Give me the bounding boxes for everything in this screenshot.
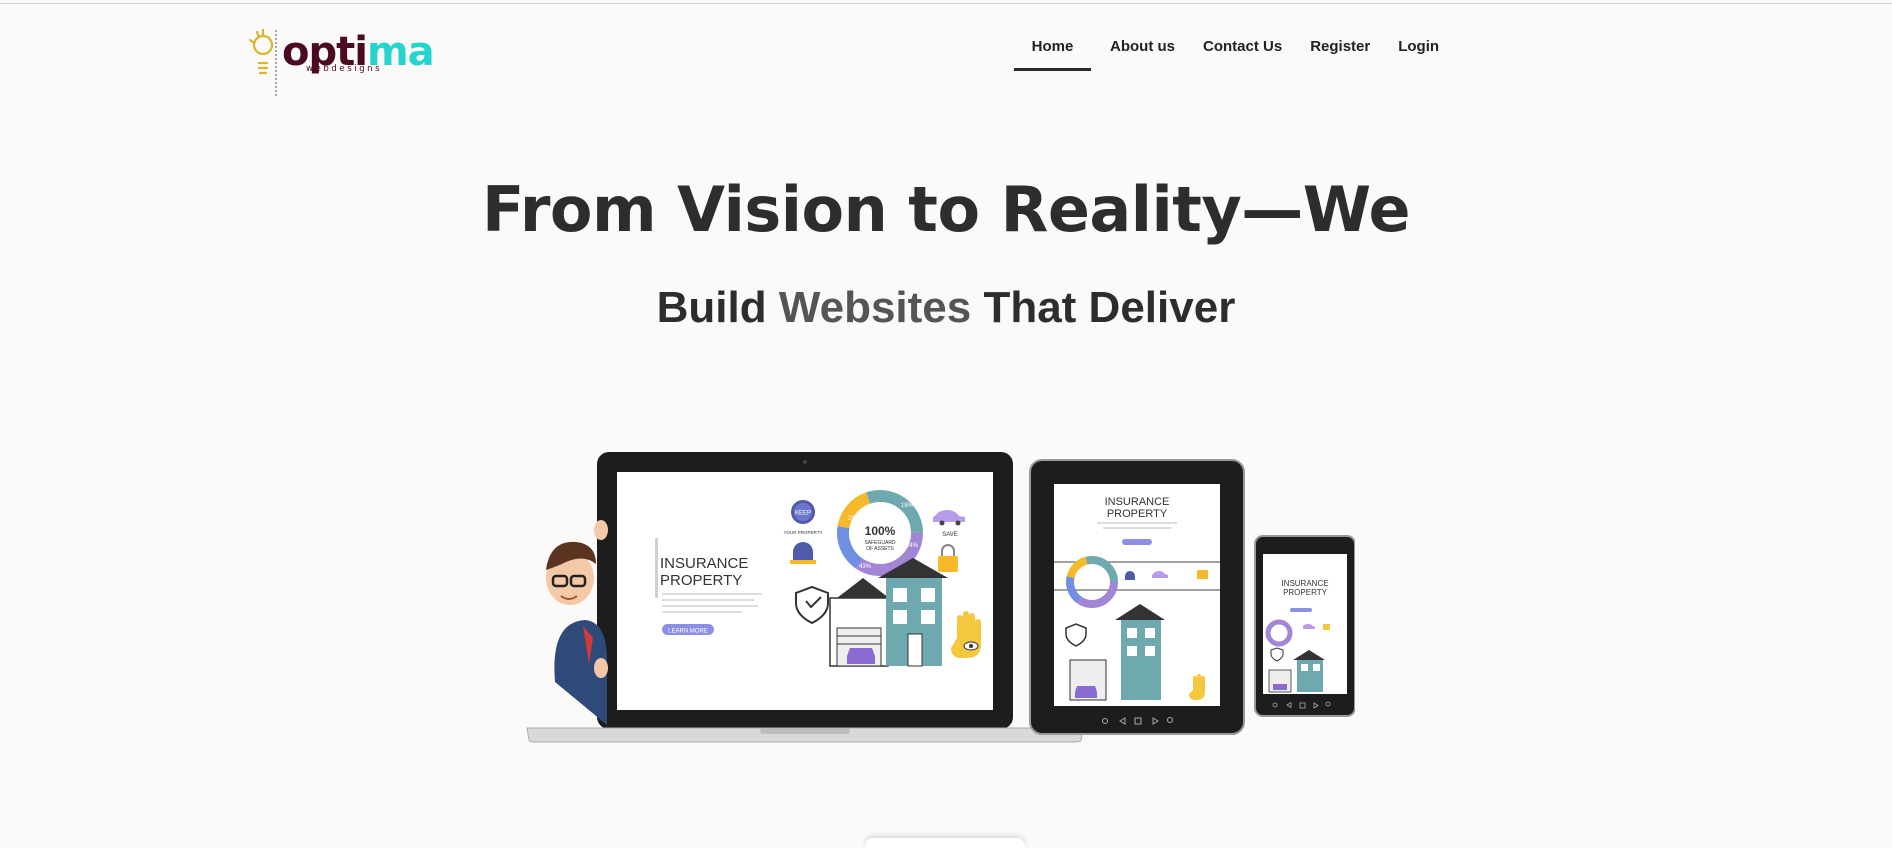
tablet-heading-line2: PROPERTY bbox=[1107, 508, 1168, 520]
responsive-devices-illustration: INSURANCE PROPERTY LEARN MORE 100% SAFEG… bbox=[526, 452, 1355, 743]
laptop-heading-line2: PROPERTY bbox=[660, 572, 742, 589]
hero-title: From Vision to Reality—We bbox=[481, 173, 1411, 246]
main-nav: Home About us Contact Us Register Login bbox=[1014, 34, 1439, 72]
hero-subtitle-accent: Websites bbox=[778, 283, 972, 332]
logo-tagline: webdesigns bbox=[306, 64, 383, 74]
phone-heading-line2: PROPERTY bbox=[1283, 588, 1328, 597]
nav-about-us[interactable]: About us bbox=[1110, 34, 1175, 72]
keep-badge-label: KEEP bbox=[795, 511, 811, 517]
nav-contact-us[interactable]: Contact Us bbox=[1203, 34, 1282, 72]
your-property-label: YOUR PROPERTY bbox=[784, 530, 823, 535]
tablet: INSURANCE PROPERTY bbox=[1029, 459, 1245, 735]
donut-pct-c: 43% bbox=[859, 564, 872, 570]
nav-login[interactable]: Login bbox=[1398, 34, 1439, 72]
hero-subtitle: Build Websites That Deliver bbox=[0, 280, 1892, 336]
lightbulb-icon bbox=[248, 28, 277, 96]
donut-pct-a: 18% bbox=[901, 503, 914, 509]
donut-pct-d: 14% bbox=[906, 543, 919, 549]
site-logo[interactable]: optima webdesigns bbox=[248, 28, 435, 98]
hero-subtitle-part2: That Deliver bbox=[971, 283, 1236, 332]
tablet-heading-line1: INSURANCE bbox=[1105, 496, 1170, 508]
phone-heading-line1: INSURANCE bbox=[1281, 579, 1328, 588]
laptop: INSURANCE PROPERTY LEARN MORE 100% SAFEG… bbox=[526, 452, 1084, 743]
donut-center-value: 100% bbox=[865, 524, 896, 538]
laptop-learn-more-button: LEARN MORE bbox=[668, 629, 708, 635]
top-divider bbox=[0, 3, 1892, 4]
donut-pct-b: 25% bbox=[848, 516, 861, 522]
nav-home[interactable]: Home bbox=[1014, 34, 1091, 72]
hero-subtitle-part1: Build bbox=[656, 283, 779, 332]
save-label: SAVE bbox=[942, 532, 958, 538]
donut-caption-2: OF ASSETS bbox=[866, 546, 894, 552]
laptop-heading-line1: INSURANCE bbox=[660, 555, 748, 572]
phone: INSURANCE PROPERTY bbox=[1254, 535, 1355, 717]
nav-register[interactable]: Register bbox=[1310, 34, 1370, 72]
scroll-indicator-tab bbox=[865, 838, 1025, 848]
